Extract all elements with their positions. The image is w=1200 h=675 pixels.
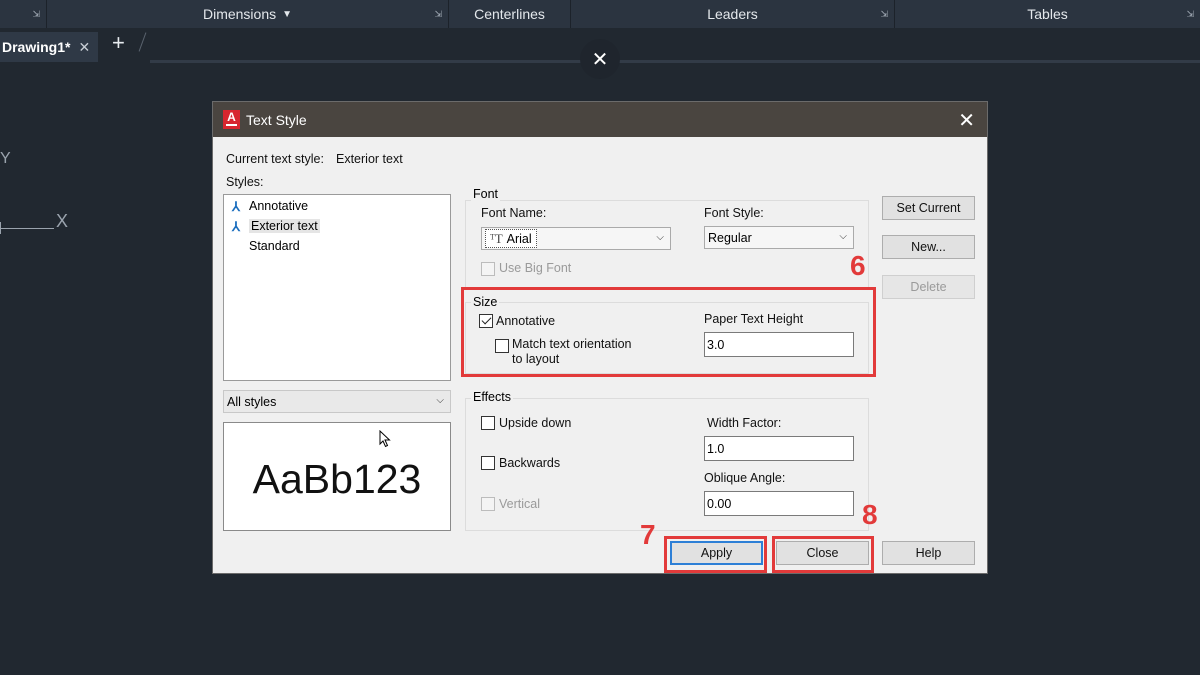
style-preview: AaBb123 — [223, 422, 451, 531]
ribbon-panel-annotation[interactable]: ⇲ — [0, 0, 47, 28]
new-tab-icon[interactable]: + — [112, 32, 125, 54]
dropdown-arrow-icon[interactable]: ▼ — [282, 9, 292, 20]
highlight-size-group — [461, 287, 876, 377]
preview-text: AaBb123 — [252, 456, 422, 502]
list-item-exterior-text[interactable]: ⅄ Exterior text — [232, 219, 320, 233]
set-current-button[interactable]: Set Current — [882, 196, 975, 220]
panel-launcher-icon[interactable]: ⇲ — [880, 9, 888, 20]
font-style-select[interactable]: Regular ⌵ — [704, 226, 854, 249]
overlay-close-icon[interactable]: ✕ — [580, 39, 620, 79]
styles-filter-select[interactable]: All styles ⌵ — [223, 390, 451, 413]
backwards-label: Backwards — [499, 456, 561, 470]
dialog-close-icon[interactable]: ✕ — [958, 108, 975, 133]
panel-launcher-icon[interactable]: ⇲ — [434, 9, 442, 20]
vertical-label: Vertical — [499, 497, 540, 511]
effects-group-label: Effects — [471, 390, 513, 404]
mouse-cursor-icon — [379, 430, 391, 448]
font-group-label: Font — [471, 187, 501, 201]
font-style-value: Regular — [708, 230, 752, 245]
dimensions-label: Dimensions — [202, 6, 277, 22]
list-item-annotative[interactable]: ⅄ Annotative — [232, 199, 308, 213]
step-7-label: 7 — [640, 519, 656, 550]
list-item-standard[interactable]: Standard — [232, 239, 300, 253]
delete-button[interactable]: Delete — [882, 275, 975, 299]
oblique-angle-label: Oblique Angle: — [704, 471, 786, 485]
help-button[interactable]: Help — [882, 541, 975, 565]
filter-value: All styles — [227, 394, 277, 409]
ribbon: ⇲ Dimensions ▼ ⇲ Centerlines Leaders ⇲ Ta… — [0, 0, 1200, 28]
ucs-x-label: X — [56, 211, 69, 231]
ucs-y-label: Y — [0, 150, 11, 167]
step-6-label: 6 — [850, 250, 866, 281]
dialog-title: Text Style — [246, 112, 307, 128]
font-name-select[interactable]: ᵀT Arial ⌵ — [481, 227, 671, 250]
width-factor-input[interactable]: 1.0 — [704, 436, 854, 461]
centerlines-label: Centerlines — [474, 6, 545, 22]
tab-drawing1[interactable]: Drawing1* ✕ — [0, 32, 98, 62]
oblique-angle-input[interactable]: 0.00 — [704, 491, 854, 516]
font-style-label: Font Style: — [704, 206, 764, 220]
leaders-label: Leaders — [707, 6, 758, 22]
backwards-checkbox[interactable] — [481, 456, 495, 470]
upside-down-label: Upside down — [499, 416, 572, 430]
ribbon-panel-dimensions[interactable]: Dimensions ▼ ⇲ — [47, 0, 449, 28]
new-button[interactable]: New... — [882, 235, 975, 259]
font-name-label: Font Name: — [481, 206, 547, 220]
chevron-down-icon: ⌵ — [436, 395, 444, 406]
oblique-angle-value: 0.00 — [707, 496, 732, 511]
styles-label: Styles: — [226, 175, 264, 189]
step-8-label: 8 — [862, 499, 878, 530]
upside-down-checkbox[interactable] — [481, 416, 495, 430]
ribbon-panel-tables[interactable]: Tables ⇲ — [895, 0, 1200, 28]
panel-launcher-icon[interactable]: ⇲ — [32, 9, 40, 20]
font-name-value: Arial — [506, 231, 532, 246]
autocad-app-icon: A — [223, 110, 240, 129]
highlight-close-button — [772, 536, 874, 573]
tables-label: Tables — [1027, 6, 1068, 22]
truetype-icon: ᵀT — [490, 230, 503, 246]
ribbon-panel-centerlines[interactable]: Centerlines — [449, 0, 571, 28]
use-big-font-label: Use Big Font — [499, 261, 572, 275]
panel-launcher-icon[interactable]: ⇲ — [1186, 9, 1194, 20]
ucs-x-axis — [0, 228, 54, 229]
use-big-font-checkbox[interactable] — [481, 262, 495, 276]
current-style-value: Exterior text — [336, 152, 403, 166]
style-name: Exterior text — [249, 219, 320, 233]
annotative-icon: ⅄ — [232, 218, 240, 234]
tab-close-icon[interactable]: ✕ — [78, 39, 90, 56]
ribbon-panel-leaders[interactable]: Leaders ⇲ — [571, 0, 895, 28]
tab-label: Drawing1* — [2, 39, 71, 55]
chevron-down-icon: ⌵ — [656, 232, 664, 243]
dialog-titlebar[interactable]: A Text Style ✕ — [213, 102, 987, 137]
tab-underline — [150, 60, 1200, 63]
styles-list[interactable]: ⅄ Annotative ⅄ Exterior text Standard — [223, 194, 451, 381]
width-factor-value: 1.0 — [707, 441, 725, 456]
style-name: Standard — [249, 239, 300, 253]
vertical-checkbox[interactable] — [481, 497, 495, 511]
current-style-label: Current text style: — [226, 152, 324, 166]
width-factor-label: Width Factor: — [707, 416, 782, 430]
highlight-apply-button — [664, 536, 767, 573]
style-name: Annotative — [249, 199, 309, 213]
chevron-down-icon: ⌵ — [839, 231, 847, 242]
annotative-icon: ⅄ — [232, 198, 240, 214]
